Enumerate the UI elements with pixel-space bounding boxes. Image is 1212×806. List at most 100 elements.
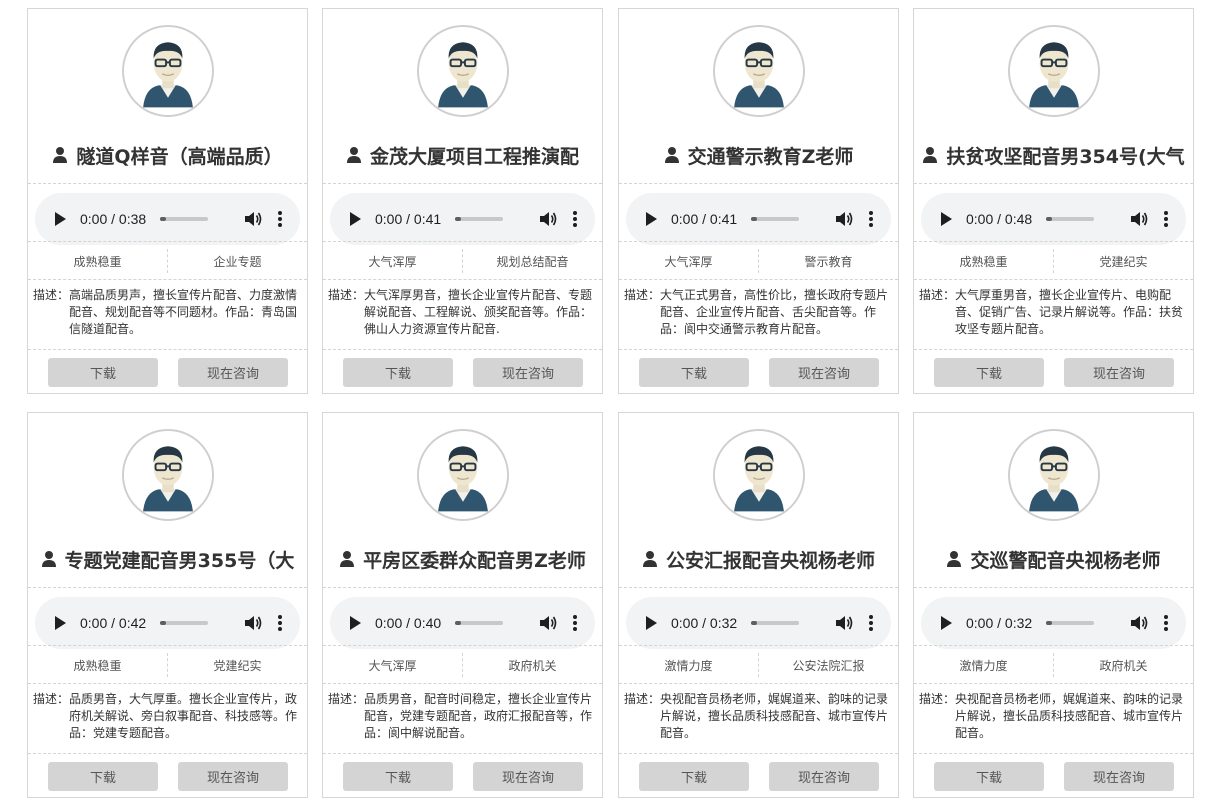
description: 描述： 高端品质男声，擅长宣传片配音、力度激情配音、规划配音等不同题材。作品：青… <box>33 287 302 345</box>
volume-icon[interactable] <box>244 615 262 631</box>
more-options-icon[interactable] <box>1164 211 1168 227</box>
person-icon <box>923 147 938 163</box>
card-title[interactable]: 金茂大厦项目工程推演配 <box>331 139 594 171</box>
card-title[interactable]: 交通警示教育Z老师 <box>627 139 890 171</box>
voice-card-grid: 隧道Q样音（高端品质） 0:00 / 0:38 成熟稳重 企业专题 描述： 高端… <box>0 0 1212 806</box>
play-icon[interactable] <box>941 212 952 226</box>
play-icon[interactable] <box>646 212 657 226</box>
tag-category: 党建纪实 <box>213 658 262 673</box>
more-options-icon[interactable] <box>869 211 873 227</box>
consult-now-button[interactable]: 现在咨询 <box>473 358 583 387</box>
card-title[interactable]: 交巡警配音央视杨老师 <box>922 543 1185 575</box>
download-button[interactable]: 下载 <box>639 358 749 387</box>
voice-card: 专题党建配音男355号（大 0:00 / 0:42 成熟稳重 党建纪实 描述： … <box>27 412 308 798</box>
volume-icon[interactable] <box>835 211 853 227</box>
download-button[interactable]: 下载 <box>48 762 158 791</box>
audio-progress-slider[interactable] <box>1046 217 1095 221</box>
tag-category: 政府机关 <box>1099 658 1148 673</box>
volume-icon[interactable] <box>1130 615 1148 631</box>
more-options-icon[interactable] <box>278 211 282 227</box>
avatar-icon <box>122 25 214 117</box>
divider <box>619 183 898 184</box>
audio-progress-slider[interactable] <box>455 621 504 625</box>
avatar-icon <box>122 429 214 521</box>
tag-row: 激情力度 政府机关 <box>914 649 1193 681</box>
description-text: 央视配音员杨老师，娓娓道来、韵味的记录片解说，擅长品质科技感配音、城市宣传片配音… <box>955 692 1184 740</box>
description: 描述： 大气正式男音，高性价比，擅长政府专题片配音、企业宣传片配音、舌尖配音等。… <box>624 287 893 345</box>
more-options-icon[interactable] <box>278 615 282 631</box>
play-icon[interactable] <box>55 212 66 226</box>
divider <box>323 753 602 754</box>
description-text: 央视配音员杨老师，娓娓道来、韵味的记录片解说，擅长品质科技感配音、城市宣传片配音… <box>660 692 889 740</box>
download-button[interactable]: 下载 <box>639 762 749 791</box>
consult-now-button[interactable]: 现在咨询 <box>473 762 583 791</box>
more-options-icon[interactable] <box>1164 615 1168 631</box>
audio-progress-slider[interactable] <box>160 217 209 221</box>
description: 描述： 大气厚重男音，擅长企业宣传片、电购配音、促销广告、记录片解说等。作品：扶… <box>919 287 1188 345</box>
voice-card: 平房区委群众配音男Z老师 0:00 / 0:40 大气浑厚 政府机关 描述： 品… <box>322 412 603 798</box>
divider <box>914 645 1193 646</box>
download-button[interactable]: 下载 <box>48 358 158 387</box>
audio-player[interactable]: 0:00 / 0:32 <box>626 597 891 649</box>
audio-progress-slider[interactable] <box>455 217 504 221</box>
consult-now-button[interactable]: 现在咨询 <box>1064 762 1174 791</box>
card-title[interactable]: 平房区委群众配音男Z老师 <box>331 543 594 575</box>
volume-icon[interactable] <box>539 211 557 227</box>
audio-player[interactable]: 0:00 / 0:42 <box>35 597 300 649</box>
card-title-text: 扶贫攻坚配音男354号(大气 <box>946 145 1185 168</box>
card-title-text: 交巡警配音央视杨老师 <box>970 549 1161 572</box>
audio-player[interactable]: 0:00 / 0:48 <box>921 193 1186 245</box>
description-label: 描述： <box>624 288 661 302</box>
consult-now-button[interactable]: 现在咨询 <box>178 358 288 387</box>
audio-player[interactable]: 0:00 / 0:32 <box>921 597 1186 649</box>
card-title[interactable]: 隧道Q样音（高端品质） <box>36 139 299 171</box>
divider <box>619 587 898 588</box>
volume-icon[interactable] <box>244 211 262 227</box>
volume-icon[interactable] <box>539 615 557 631</box>
description: 描述： 大气浑厚男音，擅长企业宣传片配音、专题解说配音、工程解说、颁奖配音等。作… <box>328 287 597 345</box>
divider <box>28 683 307 684</box>
tag-category: 规划总结配音 <box>496 254 569 269</box>
card-title[interactable]: 专题党建配音男355号（大 <box>36 543 299 575</box>
audio-time: 0:00 / 0:38 <box>80 211 147 227</box>
tag-category: 企业专题 <box>213 254 262 269</box>
audio-player[interactable]: 0:00 / 0:40 <box>330 597 595 649</box>
consult-now-button[interactable]: 现在咨询 <box>178 762 288 791</box>
person-icon <box>53 147 68 163</box>
consult-now-button[interactable]: 现在咨询 <box>1064 358 1174 387</box>
download-button[interactable]: 下载 <box>934 762 1044 791</box>
more-options-icon[interactable] <box>573 615 577 631</box>
voice-card: 扶贫攻坚配音男354号(大气 0:00 / 0:48 成熟稳重 党建纪实 描述：… <box>913 8 1194 394</box>
download-button[interactable]: 下载 <box>934 358 1044 387</box>
tag-style: 成熟稳重 <box>73 658 122 673</box>
play-icon[interactable] <box>55 616 66 630</box>
more-options-icon[interactable] <box>573 211 577 227</box>
avatar-icon <box>417 429 509 521</box>
download-button[interactable]: 下载 <box>343 358 453 387</box>
play-icon[interactable] <box>941 616 952 630</box>
audio-time: 0:00 / 0:41 <box>671 211 738 227</box>
audio-player[interactable]: 0:00 / 0:41 <box>330 193 595 245</box>
more-options-icon[interactable] <box>869 615 873 631</box>
description-label: 描述： <box>33 692 70 706</box>
person-icon <box>346 147 361 163</box>
description: 描述： 央视配音员杨老师，娓娓道来、韵味的记录片解说，擅长品质科技感配音、城市宣… <box>919 691 1188 749</box>
audio-progress-slider[interactable] <box>1046 621 1095 625</box>
volume-icon[interactable] <box>835 615 853 631</box>
volume-icon[interactable] <box>1130 211 1148 227</box>
audio-progress-slider[interactable] <box>751 217 800 221</box>
description-text: 品质男音，配音时间稳定，擅长企业宣传片配音，党建专题配音，政府汇报配音等，作品：… <box>364 692 593 740</box>
consult-now-button[interactable]: 现在咨询 <box>769 358 879 387</box>
consult-now-button[interactable]: 现在咨询 <box>769 762 879 791</box>
card-title[interactable]: 公安汇报配音央视杨老师 <box>627 543 890 575</box>
audio-player[interactable]: 0:00 / 0:41 <box>626 193 891 245</box>
audio-progress-slider[interactable] <box>160 621 209 625</box>
description-text: 大气厚重男音，擅长企业宣传片、电购配音、促销广告、记录片解说等。作品：扶贫攻坚专… <box>955 288 1184 336</box>
play-icon[interactable] <box>350 212 361 226</box>
download-button[interactable]: 下载 <box>343 762 453 791</box>
card-title[interactable]: 扶贫攻坚配音男354号(大气 <box>922 139 1185 171</box>
play-icon[interactable] <box>646 616 657 630</box>
audio-progress-slider[interactable] <box>751 621 800 625</box>
play-icon[interactable] <box>350 616 361 630</box>
audio-player[interactable]: 0:00 / 0:38 <box>35 193 300 245</box>
